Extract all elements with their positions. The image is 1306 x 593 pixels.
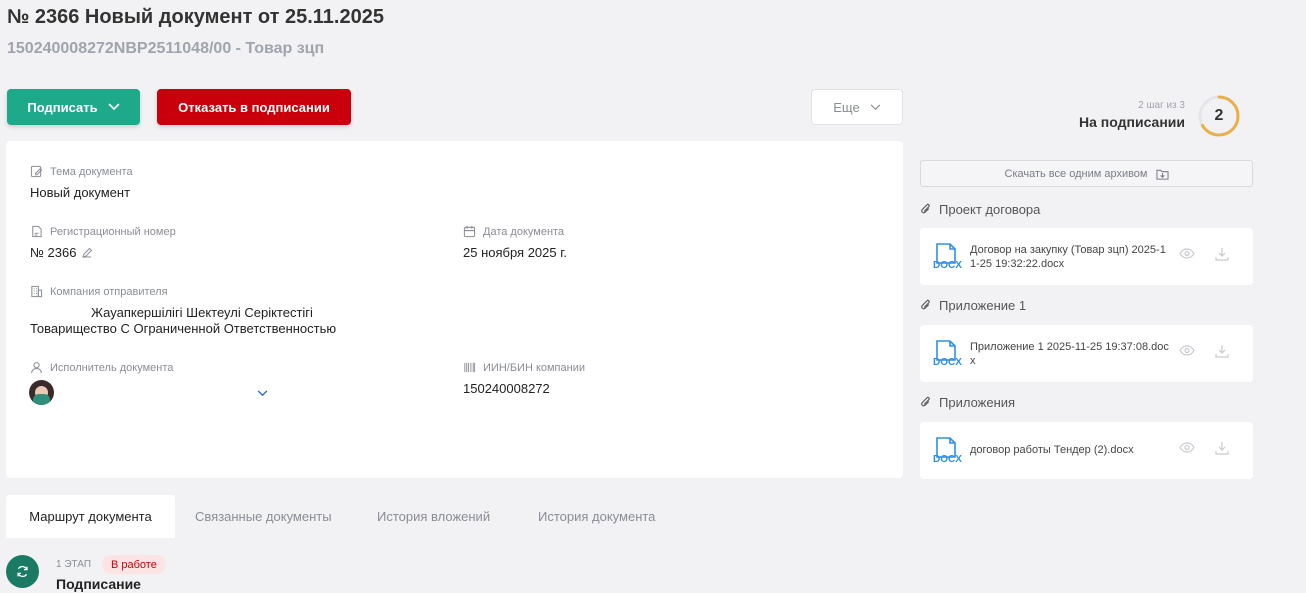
calendar-icon: [463, 225, 476, 238]
user-icon: [31, 362, 42, 374]
page-title: № 2366 Новый документ от 25.11.2025: [7, 6, 384, 28]
eye-icon[interactable]: [1179, 345, 1195, 356]
paperclip-icon: [921, 299, 930, 310]
sender-value-kz: Жауапкершілігі Шектеулі Серіктестігі: [91, 305, 313, 320]
file-name[interactable]: Приложение 1 2025-11-25 19:37:08.docx: [970, 340, 1170, 368]
download-icon[interactable]: [1215, 344, 1229, 358]
more-button[interactable]: Еще: [811, 89, 903, 125]
edit-document-icon: [30, 165, 43, 178]
avatar: [29, 380, 54, 405]
paperclip-icon: [921, 396, 930, 407]
subject-value: Новый документ: [30, 185, 131, 200]
chevron-down-icon: [108, 103, 120, 111]
bin-label: ИИН/БИН компании: [463, 361, 585, 374]
stage-status-circle: [6, 555, 39, 588]
download-icon[interactable]: [1215, 441, 1229, 455]
more-button-label: Еще: [833, 99, 860, 115]
sign-button[interactable]: Подписать: [7, 89, 140, 125]
file-card[interactable]: DOCX договор работы Тендер (2).docx: [920, 422, 1253, 479]
status-badge: В работе: [102, 555, 166, 574]
tab-related-documents[interactable]: Связанные документы: [195, 495, 332, 538]
subject-label: Тема документа: [30, 165, 133, 178]
tab-attachments-history[interactable]: История вложений: [377, 495, 490, 538]
building-icon: [31, 285, 43, 298]
stage-number: 1 ЭТАП: [56, 559, 92, 570]
step-number: 2: [1214, 107, 1224, 124]
refuse-sign-button[interactable]: Отказать в подписании: [157, 89, 351, 125]
file-name[interactable]: Договор на закупку (Товар зцп) 2025-11-2…: [970, 243, 1170, 271]
file-card[interactable]: DOCX Договор на закупку (Товар зцп) 2025…: [920, 228, 1253, 285]
paperclip-icon: [921, 203, 930, 214]
reg-number-value: № 2366: [30, 245, 93, 260]
attachment-group-title: Приложение 1: [920, 298, 1026, 313]
sender-value-ru: Товарищество С Ограниченной Ответственно…: [30, 321, 337, 336]
reg-number-label: Регистрационный номер: [30, 225, 176, 238]
sign-button-label: Подписать: [27, 99, 98, 115]
eye-icon[interactable]: [1179, 248, 1195, 259]
barcode-icon: [464, 362, 476, 373]
step-status: На подписании: [1079, 114, 1185, 130]
attachment-group-title: Приложения: [920, 395, 1015, 410]
tab-document-route[interactable]: Маршрут документа: [6, 495, 175, 538]
docx-file-icon: DOCX: [932, 242, 966, 274]
doc-date-label: Дата документа: [463, 225, 564, 238]
eye-icon[interactable]: [1179, 442, 1195, 453]
chevron-down-icon: [870, 103, 881, 110]
stage-title: Подписание: [56, 576, 141, 592]
bin-value: 150240008272: [463, 381, 550, 396]
chevron-down-icon[interactable]: [257, 390, 268, 397]
tab-document-history[interactable]: История документа: [538, 495, 655, 538]
doc-date-value: 25 ноября 2025 г.: [463, 245, 567, 260]
page-subtitle: 150240008272NBP2511048/00 - Товар зцп: [7, 40, 325, 57]
download-icon[interactable]: [1215, 247, 1229, 261]
step-hint: 2 шаг из 3: [1138, 100, 1185, 111]
attachment-group-title: Проект договора: [920, 202, 1040, 217]
document-number-icon: [32, 225, 42, 238]
sender-label: Компания отправителя: [30, 285, 168, 298]
download-archive-button[interactable]: Скачать все одним архивом: [920, 160, 1253, 187]
file-name[interactable]: договор работы Тендер (2).docx: [970, 443, 1170, 457]
file-card[interactable]: DOCX Приложение 1 2025-11-25 19:37:08.do…: [920, 325, 1253, 382]
pencil-icon[interactable]: [81, 247, 93, 259]
executor-label: Исполнитель документа: [30, 361, 173, 374]
refresh-icon: [17, 565, 28, 578]
archive-download-icon: [1155, 169, 1169, 180]
docx-file-icon: DOCX: [932, 339, 966, 371]
docx-file-icon: DOCX: [932, 436, 966, 468]
